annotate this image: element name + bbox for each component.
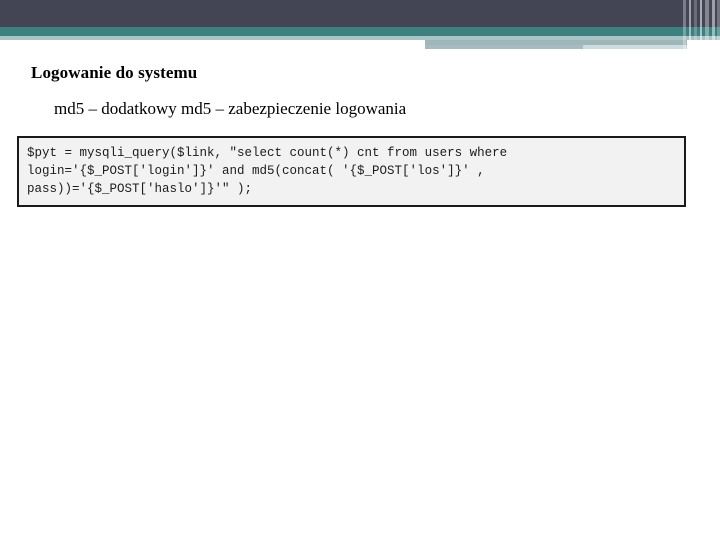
header-vertical-stripe-6 — [712, 0, 715, 54]
header-vertical-stripe-4 — [700, 0, 702, 54]
header-teal-bar — [0, 27, 720, 36]
header-vertical-stripe-3 — [694, 0, 697, 54]
header-vertical-stripe-2 — [689, 0, 691, 54]
header-accent-bar-tertiary — [583, 45, 687, 49]
header-vertical-stripe-1 — [683, 0, 686, 54]
header-vertical-stripe-5 — [705, 0, 709, 54]
header-decoration-band — [0, 0, 720, 54]
slide-subtitle: md5 – dodatkowy md5 – zabezpieczenie log… — [54, 99, 407, 118]
header-navy-bar — [0, 0, 720, 27]
code-block: $pyt = mysqli_query($link, "select count… — [17, 136, 686, 207]
page-title: Logowanie do systemu — [31, 63, 198, 82]
header-accent-bar-secondary — [425, 45, 583, 49]
code-snippet-text: $pyt = mysqli_query($link, "select count… — [27, 146, 515, 196]
